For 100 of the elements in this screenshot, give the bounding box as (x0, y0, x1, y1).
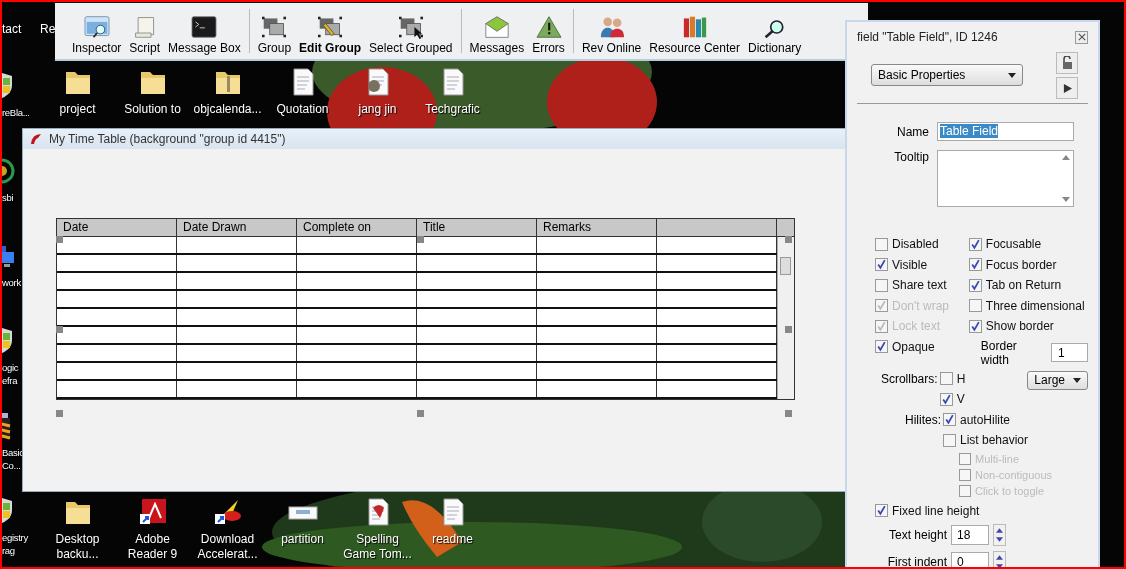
checkbox[interactable]: H (939, 370, 966, 387)
toolbar-button[interactable]: Rev Online (578, 15, 645, 55)
scrollbar[interactable] (777, 237, 794, 399)
selection-handle[interactable] (56, 410, 63, 417)
desktop-icon-label[interactable]: sbi (2, 191, 14, 204)
selection-handle[interactable] (785, 326, 792, 333)
check-icon (969, 279, 981, 291)
border-width-field[interactable]: 1 (1051, 343, 1088, 362)
desktop-icon-label[interactable]: Download Accelerat... (197, 532, 258, 562)
desktop-icon-label[interactable]: Desktop backu... (55, 532, 100, 562)
selection-handle[interactable] (417, 410, 424, 417)
checkbox[interactable]: Focusable (968, 236, 1088, 253)
checkbox[interactable]: List behavior (943, 432, 1053, 449)
column-header[interactable]: Date Drawn (177, 219, 297, 236)
warning-icon (534, 15, 563, 39)
scroll-down-icon[interactable] (1062, 197, 1070, 202)
selection-handle[interactable] (56, 326, 63, 333)
column-header[interactable]: Complete on (297, 219, 417, 236)
field-label: First indent (886, 555, 947, 567)
section-dropdown[interactable]: Basic Properties (871, 64, 1023, 86)
panel-title: field "Table Field", ID 1246 (857, 30, 998, 44)
check-icon (876, 300, 887, 312)
desktop-icon-label[interactable]: ogic efra (2, 361, 19, 387)
toolbar-button[interactable]: Inspector (69, 15, 125, 55)
check-icon (969, 259, 981, 271)
desktop-icon-label[interactable]: Solution to (124, 102, 181, 117)
up-arrow-icon[interactable] (996, 555, 1003, 560)
name-field[interactable]: Table Field (937, 122, 1074, 141)
checkbox[interactable]: Fixed line height (875, 502, 1088, 519)
checkbox[interactable]: V (939, 391, 966, 408)
checkbox[interactable]: Disabled (875, 236, 965, 253)
spinner-buttons[interactable] (993, 524, 1006, 546)
desktop-icon-label[interactable]: egistry rag (2, 531, 28, 557)
desktop-icon-label[interactable]: Re (40, 22, 56, 36)
field-label: Hilites: (904, 411, 941, 427)
play-icon (1062, 83, 1072, 93)
down-arrow-icon[interactable] (996, 537, 1003, 542)
field-label: Tooltip (893, 150, 929, 164)
spinner-buttons[interactable] (993, 551, 1006, 567)
desktop-icon-label[interactable]: project (59, 102, 96, 117)
size-dropdown[interactable]: Large (1027, 370, 1088, 390)
window-title: My Time Table (background "group id 4415") (49, 132, 286, 146)
desktop-icon-label[interactable]: work (2, 276, 21, 289)
desktop-icon-label[interactable]: objcalenda... (193, 102, 262, 117)
checkbox[interactable]: Tab on Return (968, 277, 1088, 294)
toolbar-button[interactable]: Dictionary (744, 15, 805, 55)
desktop-icon-label[interactable]: reBla... (2, 106, 30, 119)
check-icon (969, 238, 981, 250)
checkbox[interactable]: Visible (875, 256, 965, 273)
check-icon (876, 320, 887, 332)
inspector-icon (82, 15, 111, 39)
check-icon (969, 320, 981, 332)
desktop-icon-label[interactable]: Quotation (276, 102, 329, 117)
scroll-up-icon[interactable] (1062, 155, 1070, 160)
selection-handle[interactable] (785, 410, 792, 417)
checkbox[interactable]: Opaque (875, 338, 965, 355)
close-button[interactable] (1075, 30, 1088, 44)
toolbar-button[interactable]: Select Grouped (366, 15, 456, 55)
number-field[interactable]: 0 (951, 552, 989, 567)
check-icon (876, 341, 887, 353)
desktop-icon-label[interactable]: Adobe Reader 9 (127, 532, 178, 562)
envelope-icon (482, 15, 511, 39)
toolbar-button[interactable]: Group (254, 15, 295, 55)
toolbar-button[interactable]: Edit Group (296, 15, 365, 55)
tooltip-field[interactable] (937, 150, 1074, 207)
toolbar-button[interactable]: Messages (466, 15, 528, 55)
up-arrow-icon[interactable] (996, 528, 1003, 533)
desktop-icon-label[interactable]: Spelling Game Tom... (343, 532, 412, 562)
terminal-icon (190, 15, 219, 39)
toolbar-button[interactable]: Message Box (165, 15, 244, 55)
toolbar-button[interactable]: Script (126, 15, 164, 55)
checkbox[interactable]: Focus border (968, 256, 1088, 273)
padlock-icon (1061, 56, 1073, 70)
checkbox[interactable]: Share text (875, 277, 965, 294)
selection-handle[interactable] (56, 236, 63, 243)
desktop-icon-label[interactable]: tact (2, 22, 22, 36)
lock-button[interactable] (1056, 52, 1078, 74)
selection-handle[interactable] (417, 236, 424, 243)
toolbar-button[interactable]: Resource Center (646, 15, 743, 55)
checkbox[interactable]: autoHilite (943, 411, 1053, 428)
toolbar-button[interactable]: Errors (529, 15, 568, 55)
column-header[interactable]: Remarks (537, 219, 657, 236)
check-icon (876, 505, 887, 517)
selection-handle[interactable] (785, 236, 792, 243)
field-label: Text height (887, 528, 947, 542)
field-label: Border width (980, 338, 1018, 367)
app-logo-icon (29, 132, 43, 146)
desktop-icon-label[interactable]: partition (281, 532, 324, 547)
desktop-icon-label[interactable]: jang jin (358, 102, 397, 117)
number-field[interactable]: 18 (951, 525, 989, 545)
check-icon (876, 259, 887, 271)
group-icon (260, 15, 289, 39)
field-label: Name (896, 124, 929, 139)
checkbox[interactable]: Three dimensional (968, 297, 1088, 314)
play-button[interactable] (1056, 77, 1078, 99)
pencil-icon (316, 15, 345, 39)
check-icon (944, 414, 955, 426)
field-label: Scrollbars: (879, 370, 938, 386)
checkbox[interactable]: Show border (968, 318, 1088, 335)
desktop-icon-label[interactable]: Basic Co... (2, 446, 24, 472)
